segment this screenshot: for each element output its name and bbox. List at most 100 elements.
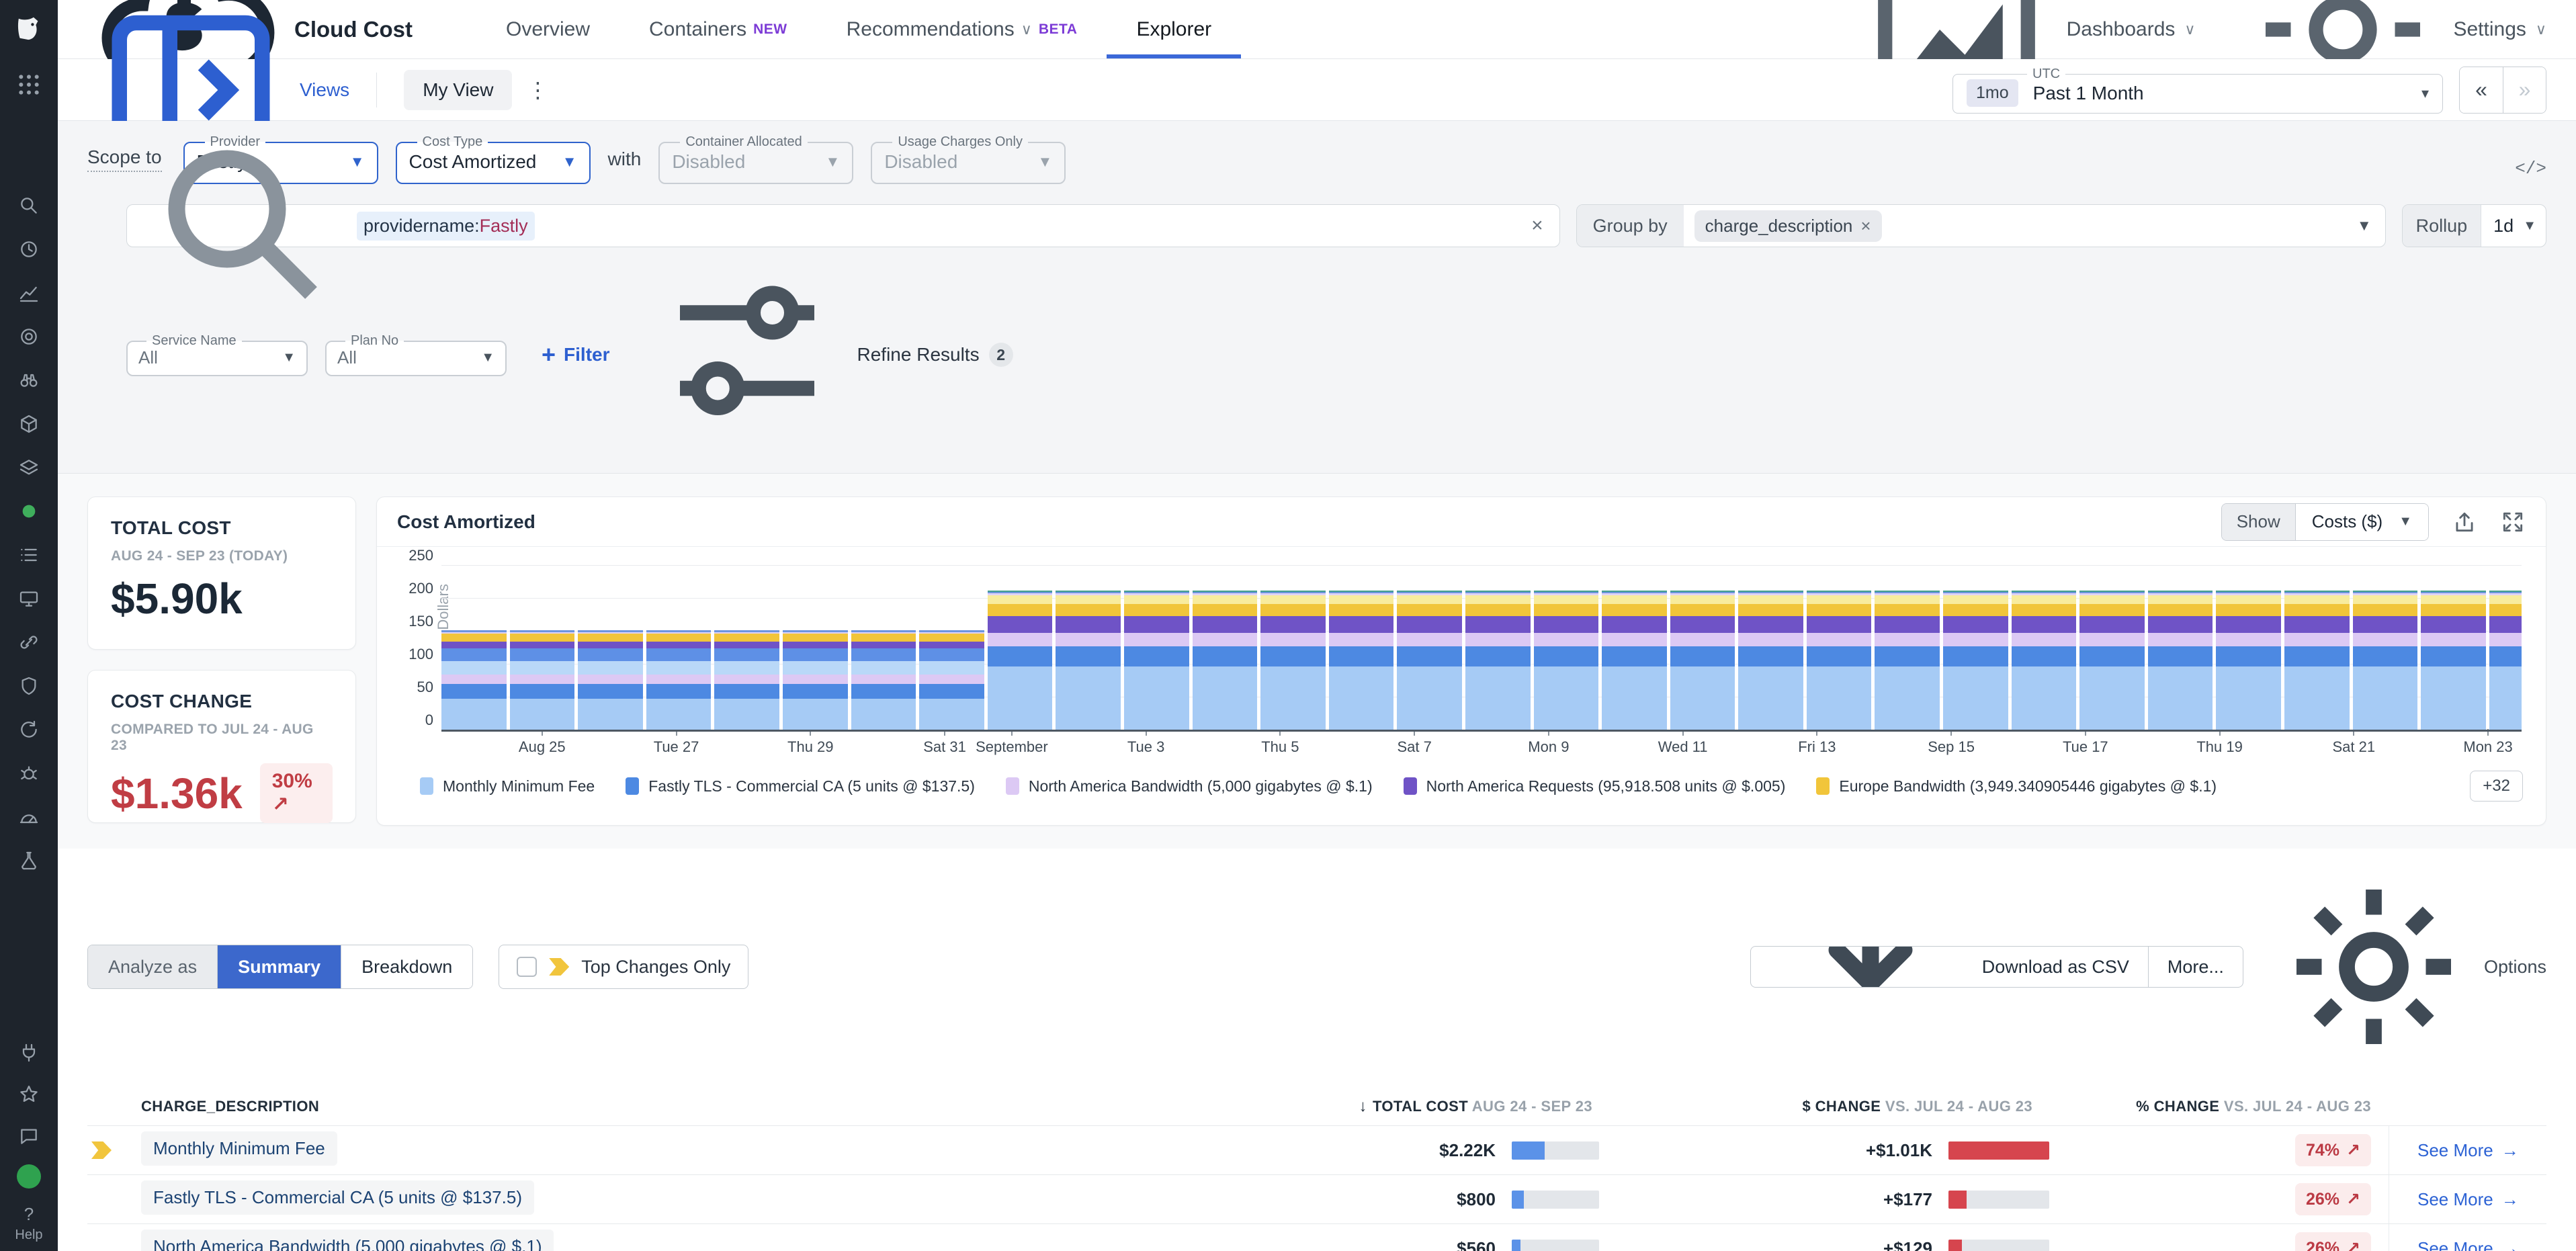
chart-show-select[interactable]: Show Costs ($) ▼ bbox=[2221, 503, 2429, 541]
charge-description-link[interactable]: North America Bandwidth (5,000 gigabytes… bbox=[141, 1230, 554, 1251]
chart-bar[interactable] bbox=[509, 630, 575, 730]
chart-bar[interactable] bbox=[1533, 591, 1599, 730]
chart-bar[interactable] bbox=[2284, 591, 2350, 730]
chart-bar[interactable] bbox=[782, 630, 848, 730]
refine-results-button[interactable]: Refine Results 2 bbox=[646, 254, 1013, 456]
chart-bar[interactable] bbox=[1260, 591, 1326, 730]
group-by-chip[interactable]: charge_description × bbox=[1694, 210, 1882, 242]
stacked-bar-chart[interactable]: Dollars 0 50 100 150 200 250 bbox=[409, 547, 2522, 732]
col-charge-description[interactable]: CHARGE_DESCRIPTION bbox=[141, 1098, 1297, 1115]
datadog-logo-icon[interactable] bbox=[11, 0, 46, 59]
tab-overview[interactable]: Overview bbox=[476, 0, 619, 58]
options-button[interactable]: Options bbox=[2273, 866, 2546, 1068]
flask-icon[interactable] bbox=[15, 847, 42, 874]
legend-item[interactable]: North America Requests (95,918.508 units… bbox=[1403, 777, 1785, 795]
chart-bar[interactable] bbox=[1328, 591, 1394, 730]
apps-grid-icon[interactable] bbox=[15, 71, 42, 98]
summary-tab[interactable]: Summary bbox=[217, 945, 341, 988]
legend-item[interactable]: Monthly Minimum Fee bbox=[420, 777, 595, 795]
query-token[interactable]: providername:Fastly bbox=[357, 211, 535, 241]
top-changes-checkbox[interactable] bbox=[517, 957, 538, 977]
see-more-link[interactable]: See More → bbox=[2417, 1140, 2519, 1161]
chart-bar[interactable] bbox=[1397, 591, 1462, 730]
chart-bar[interactable] bbox=[851, 630, 916, 730]
star-icon[interactable] bbox=[15, 1081, 42, 1108]
legend-more-series-button[interactable]: +32 bbox=[2470, 771, 2523, 802]
remove-chip-icon[interactable]: × bbox=[1860, 216, 1871, 236]
bug-icon[interactable] bbox=[15, 760, 42, 787]
history-icon[interactable] bbox=[15, 236, 42, 263]
chart-bar[interactable] bbox=[2421, 591, 2486, 730]
user-avatar[interactable] bbox=[16, 1164, 41, 1189]
clear-search-icon[interactable]: × bbox=[1531, 214, 1543, 237]
chart-bar[interactable] bbox=[2079, 591, 2145, 730]
gauge-icon[interactable] bbox=[15, 804, 42, 830]
rollup-control[interactable]: Rollup 1d ▼ bbox=[2401, 204, 2546, 247]
refresh-icon[interactable] bbox=[15, 716, 42, 743]
top-changes-only-toggle[interactable]: Top Changes Only bbox=[499, 945, 749, 989]
time-forward-button[interactable]: » bbox=[2503, 67, 2546, 113]
cube-icon[interactable] bbox=[15, 411, 42, 437]
link-icon[interactable] bbox=[15, 629, 42, 656]
chart-bar[interactable] bbox=[1602, 591, 1667, 730]
chart-bar[interactable] bbox=[2489, 591, 2522, 730]
see-more-link[interactable]: See More → bbox=[2417, 1238, 2519, 1251]
plan-no-filter[interactable]: Plan No All ▼ bbox=[325, 333, 507, 376]
chat-icon[interactable] bbox=[15, 1123, 42, 1150]
binoculars-icon[interactable] bbox=[15, 367, 42, 394]
chart-bar[interactable] bbox=[2216, 591, 2282, 730]
chart-bar[interactable] bbox=[1465, 591, 1531, 730]
chart-bar[interactable] bbox=[1806, 591, 1872, 730]
col-dollar-change[interactable]: $ CHANGE VS. JUL 24 - AUG 23 bbox=[1613, 1098, 2066, 1115]
col-total-cost[interactable]: ↓ TOTAL COST AUG 24 - SEP 23 bbox=[1297, 1097, 1613, 1116]
chart-bar[interactable] bbox=[441, 630, 507, 730]
breakdown-tab[interactable]: Breakdown bbox=[341, 945, 473, 988]
chart-bar[interactable] bbox=[1123, 591, 1189, 730]
chart-bar[interactable] bbox=[2011, 591, 2077, 730]
list-icon[interactable] bbox=[15, 542, 42, 568]
add-filter-button[interactable]: + Filter bbox=[542, 341, 610, 369]
plug-icon[interactable] bbox=[15, 1039, 42, 1066]
chart-bar[interactable] bbox=[1943, 591, 2008, 730]
chart-bar[interactable] bbox=[987, 591, 1053, 730]
query-search-input[interactable]: providername:Fastly × bbox=[126, 150, 1560, 299]
chart-bar[interactable] bbox=[919, 630, 984, 730]
chart-bar[interactable] bbox=[1875, 591, 1940, 730]
search-icon[interactable] bbox=[15, 192, 42, 219]
current-view-tab[interactable]: My View bbox=[404, 69, 513, 110]
legend-item[interactable]: North America Bandwidth (5,000 gigabytes… bbox=[1005, 777, 1373, 795]
cost-type-select[interactable]: Cost Type Cost Amortized ▼ bbox=[395, 134, 591, 184]
view-options-kebab-icon[interactable]: ⋮ bbox=[527, 77, 548, 103]
chart-bar[interactable] bbox=[2147, 591, 2213, 730]
chart-bar[interactable] bbox=[1192, 591, 1258, 730]
chart-bar[interactable] bbox=[1670, 591, 1735, 730]
tab-recommendations[interactable]: Recommendations ∨ BETA bbox=[817, 0, 1107, 58]
chart-bar[interactable] bbox=[2352, 591, 2418, 730]
green-status-icon[interactable] bbox=[15, 498, 42, 525]
target-icon[interactable] bbox=[15, 323, 42, 350]
time-back-button[interactable]: « bbox=[2460, 67, 2503, 113]
group-by-control[interactable]: Group by charge_description × ▼ bbox=[1576, 204, 2386, 247]
chart-bar[interactable] bbox=[714, 630, 779, 730]
time-range-select[interactable]: UTC 1mo Past 1 Month ▾ bbox=[1952, 66, 2443, 114]
service-name-filter[interactable]: Service Name All ▼ bbox=[126, 333, 308, 376]
more-button[interactable]: More... bbox=[2147, 947, 2243, 987]
legend-item[interactable]: Europe Bandwidth (3,949.340905446 gigaby… bbox=[1816, 777, 2217, 795]
monitor-icon[interactable] bbox=[15, 585, 42, 612]
download-csv-button[interactable]: Download as CSV bbox=[1751, 947, 2148, 987]
expand-chart-icon[interactable] bbox=[2500, 509, 2526, 535]
charge-description-link[interactable]: Fastly TLS - Commercial CA (5 units @ $1… bbox=[141, 1180, 534, 1215]
line-chart-icon[interactable] bbox=[15, 279, 42, 306]
chart-bar[interactable] bbox=[1738, 591, 1803, 730]
see-more-link[interactable]: See More → bbox=[2417, 1189, 2519, 1210]
layers-icon[interactable] bbox=[15, 454, 42, 481]
shield-icon[interactable] bbox=[15, 673, 42, 699]
chart-bar[interactable] bbox=[646, 630, 712, 730]
chart-bar[interactable] bbox=[578, 630, 643, 730]
charge-description-link[interactable]: Monthly Minimum Fee bbox=[141, 1131, 337, 1166]
help-button[interactable]: ? Help bbox=[15, 1203, 42, 1243]
legend-item[interactable]: Fastly TLS - Commercial CA (5 units @ $1… bbox=[626, 777, 975, 795]
col-percent-change[interactable]: % CHANGE VS. JUL 24 - AUG 23 bbox=[2066, 1098, 2389, 1115]
tab-explorer[interactable]: Explorer bbox=[1107, 0, 1242, 58]
chart-bar[interactable] bbox=[1056, 591, 1121, 730]
